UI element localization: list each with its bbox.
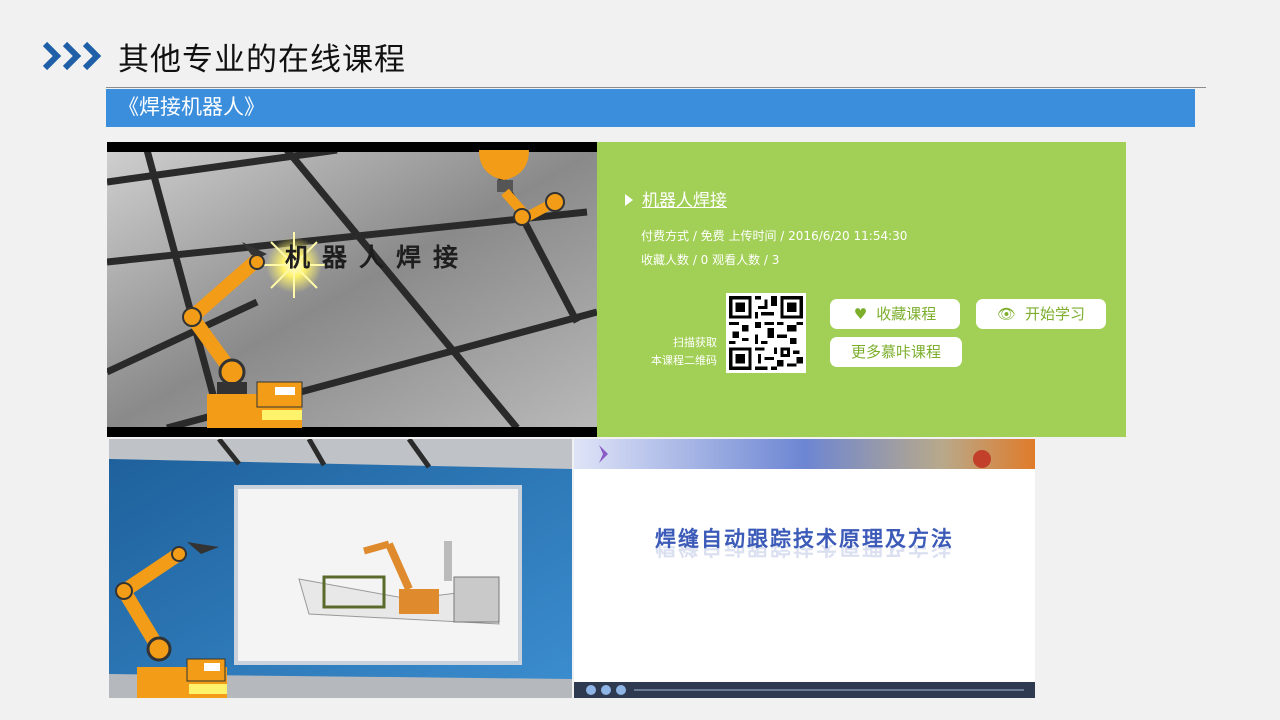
course-banner: 《焊接机器人》 (106, 89, 1195, 127)
start-learning-label: 开始学习 (1025, 305, 1086, 323)
page-title: 其他专业的在线课程 (118, 42, 406, 78)
more-courses-button[interactable]: 更多慕咔课程 (830, 337, 962, 367)
pause-icon[interactable] (601, 685, 611, 695)
course-meta-stats: 收藏人数 / 0 观看人数 / 3 (641, 253, 780, 267)
rewind-icon[interactable] (586, 685, 596, 695)
lecture-slide-screenshot: 焊缝自动跟踪技术原理及方法 焊缝自动跟踪技术原理及方法 (574, 439, 1035, 698)
forward-icon[interactable] (616, 685, 626, 695)
title-divider (106, 87, 1206, 88)
course-meta-payment: 付费方式 / 免费 上传时间 / 2016/6/20 11:54:30 (641, 229, 908, 243)
progress-track[interactable] (634, 689, 1024, 691)
triple-chevron-icon (42, 41, 102, 71)
more-courses-label: 更多慕咔课程 (850, 343, 941, 361)
qr-code (726, 293, 806, 373)
play-triangle-icon (625, 194, 633, 206)
animation-screenshot (109, 439, 572, 698)
video-overlay-text: 机器人焊接 (285, 243, 470, 272)
slide-title-reflection: 焊缝自动跟踪技术原理及方法 (655, 545, 954, 559)
favorite-course-label: 收藏课程 (876, 305, 937, 323)
player-controls (574, 682, 1035, 698)
qr-caption-line2: 本课程二维码 (651, 354, 717, 367)
heart-icon: ♥ (853, 305, 868, 323)
course-video-thumbnail[interactable]: 机器人焊接 (107, 142, 597, 437)
favorite-course-button[interactable]: ♥ 收藏课程 (830, 299, 960, 329)
qr-caption-line1: 扫描获取 (673, 336, 717, 349)
course-title-label: 机器人焊接 (642, 191, 727, 211)
course-info-panel: 机器人焊接 付费方式 / 免费 上传时间 / 2016/6/20 11:54:3… (597, 142, 1126, 437)
qr-caption: 扫描获取 本课程二维码 (625, 334, 717, 370)
start-learning-button[interactable]: 👁 开始学习 (976, 299, 1106, 329)
eye-icon: 👁 (996, 305, 1017, 323)
course-title-link[interactable]: 机器人焊接 (625, 186, 727, 211)
